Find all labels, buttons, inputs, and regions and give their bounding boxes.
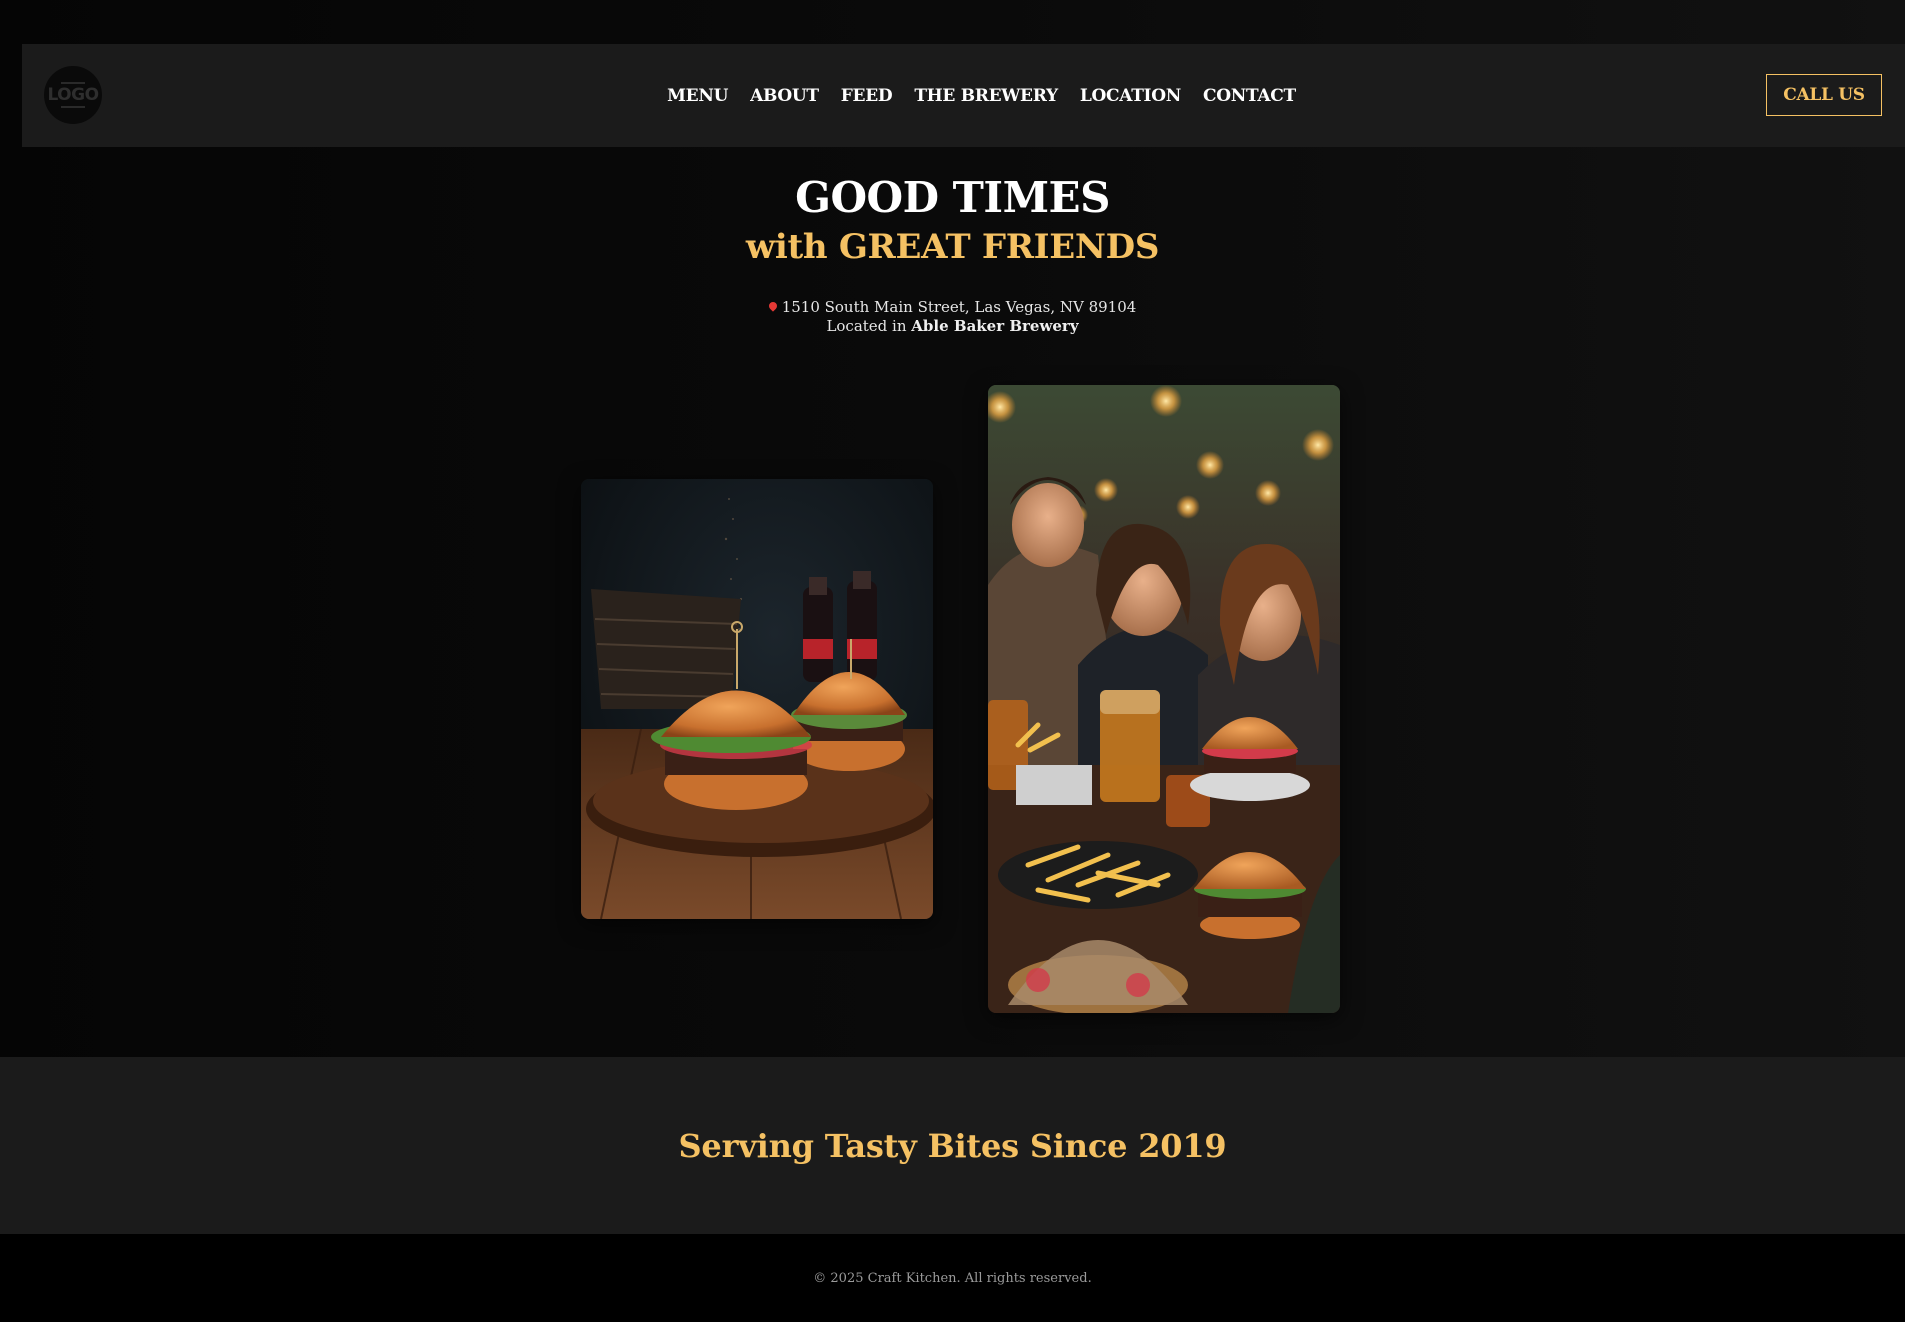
nav-link-about[interactable]: ABOUT	[750, 86, 819, 106]
tagline-band: Serving Tasty Bites Since 2019	[0, 1057, 1905, 1234]
hero-title: GOOD TIMES	[795, 173, 1110, 222]
friends-illustration	[988, 385, 1340, 1013]
site-header: LOGO MENU ABOUT FEED THE BREWERY LOCATIO…	[22, 44, 1905, 147]
burgers-photo	[581, 479, 933, 919]
main-nav: MENU ABOUT FEED THE BREWERY LOCATION CON…	[22, 44, 1905, 147]
page: LOGO MENU ABOUT FEED THE BREWERY LOCATIO…	[0, 0, 1905, 1322]
logo-text: LOGO	[47, 85, 99, 105]
burgers-illustration	[581, 479, 933, 919]
logo-decor-top	[61, 82, 85, 84]
address-line: 1510 South Main Street, Las Vegas, NV 89…	[0, 298, 1905, 317]
located-prefix: Located in	[826, 317, 907, 335]
map-pin-icon	[767, 300, 779, 312]
nav-link-feed[interactable]: FEED	[841, 86, 893, 106]
address-block: 1510 South Main Street, Las Vegas, NV 89…	[0, 298, 1905, 336]
nav-link-location[interactable]: LOCATION	[1080, 86, 1181, 106]
copyright-text: © 2025 Craft Kitchen. All rights reserve…	[813, 1270, 1092, 1286]
located-in-line: Located in Able Baker Brewery	[0, 317, 1905, 336]
nav-link-the-brewery[interactable]: THE BREWERY	[914, 86, 1058, 106]
friends-photo	[988, 385, 1340, 1013]
tagline-heading: Serving Tasty Bites Since 2019	[678, 1126, 1227, 1165]
nav-link-contact[interactable]: CONTACT	[1203, 86, 1296, 106]
call-us-button[interactable]: CALL US	[1766, 74, 1882, 116]
venue-name: Able Baker Brewery	[911, 317, 1079, 335]
site-footer: © 2025 Craft Kitchen. All rights reserve…	[0, 1234, 1905, 1322]
hero-subtitle: with GREAT FRIENDS	[745, 227, 1160, 267]
nav-link-menu[interactable]: MENU	[667, 86, 728, 106]
address-text: 1510 South Main Street, Las Vegas, NV 89…	[781, 298, 1137, 316]
site-logo[interactable]: LOGO	[44, 66, 102, 124]
logo-decor-bottom	[61, 106, 85, 108]
